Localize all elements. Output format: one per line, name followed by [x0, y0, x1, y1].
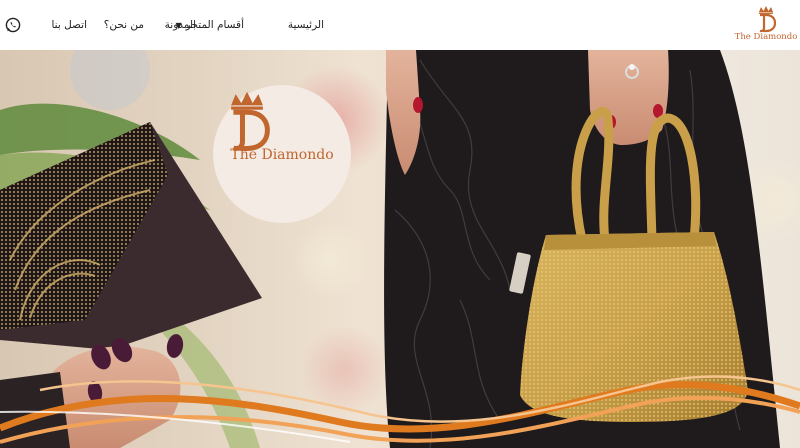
hero-banner: The Diamondo [0, 50, 800, 448]
crown-logo-icon [759, 6, 777, 33]
nav-blog[interactable]: المدونة [165, 19, 196, 31]
whatsapp-icon[interactable] [5, 17, 21, 33]
nav-blog-label: المدونة [164, 19, 196, 31]
hero-image [0, 50, 800, 448]
nav-contact[interactable]: اتصل بنا [51, 19, 87, 31]
nav-contact-label: اتصل بنا [51, 19, 87, 31]
hero-logo-badge: The Diamondo [213, 85, 351, 223]
header-logo-text: The Diamondo [734, 32, 798, 42]
header-logo[interactable]: The Diamondo [735, 3, 797, 47]
nav-home-label: الرئيسية [287, 19, 324, 31]
nav-about[interactable]: من نحن؟ [104, 19, 144, 31]
crown-logo-icon [231, 91, 270, 151]
nav-about-label: من نحن؟ [103, 19, 144, 31]
site-header: الرئيسية ▼ أقسام المتجر المدونة من نحن؟ … [0, 0, 800, 50]
nav-home[interactable]: الرئيسية [288, 19, 324, 31]
